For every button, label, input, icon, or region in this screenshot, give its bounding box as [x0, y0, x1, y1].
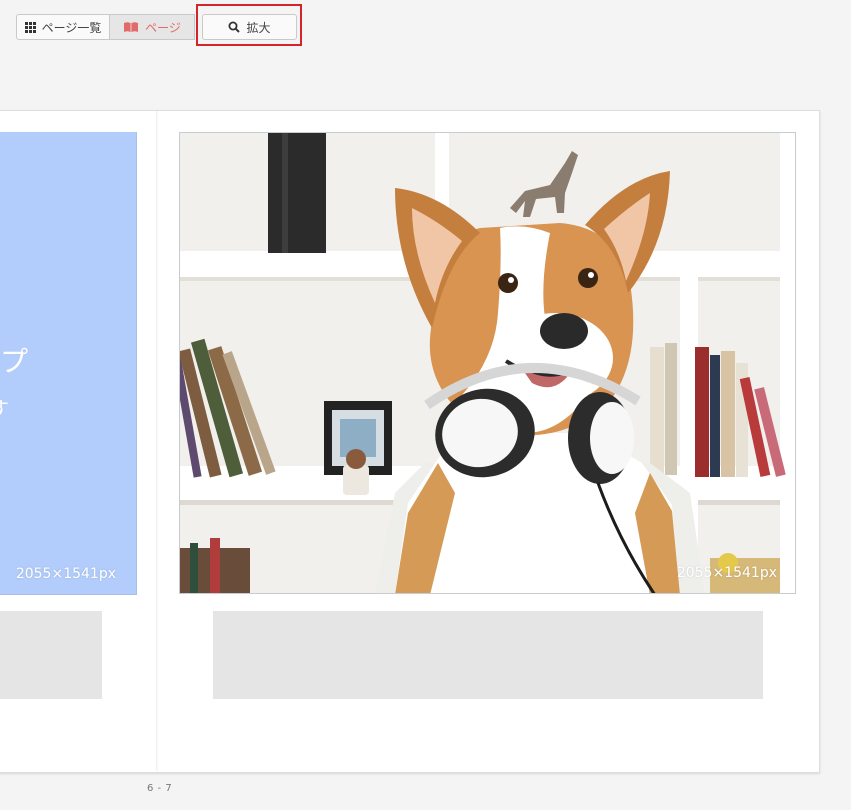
page-view-label: ページ — [145, 20, 181, 35]
grid-icon — [24, 21, 36, 33]
view-toolbar: ページ一覧 ページ 拡大 — [16, 14, 297, 40]
left-image-size-label: 2055×1541px — [15, 566, 116, 582]
left-page-title: ップ — [0, 345, 29, 378]
corgi-photo — [180, 133, 795, 593]
page-view-button[interactable]: ページ — [110, 14, 195, 40]
left-page-text-placeholder — [0, 611, 102, 699]
right-page-text-placeholder — [213, 611, 763, 699]
page-number: 6 - 7 — [147, 783, 173, 794]
page-list-label: ページ一覧 — [41, 20, 102, 35]
right-page-image[interactable]: 2055×1541px — [179, 132, 796, 594]
spread-gutter — [156, 111, 159, 771]
left-page-subtitle: す — [0, 394, 9, 421]
page-list-button[interactable]: ページ一覧 — [16, 14, 110, 40]
open-book-icon — [124, 22, 139, 32]
right-image-size-label: 2055×1541px — [676, 565, 777, 581]
zoom-button-highlight — [196, 4, 302, 46]
left-page-image[interactable]: ップ す 2055×1541px — [0, 132, 137, 595]
